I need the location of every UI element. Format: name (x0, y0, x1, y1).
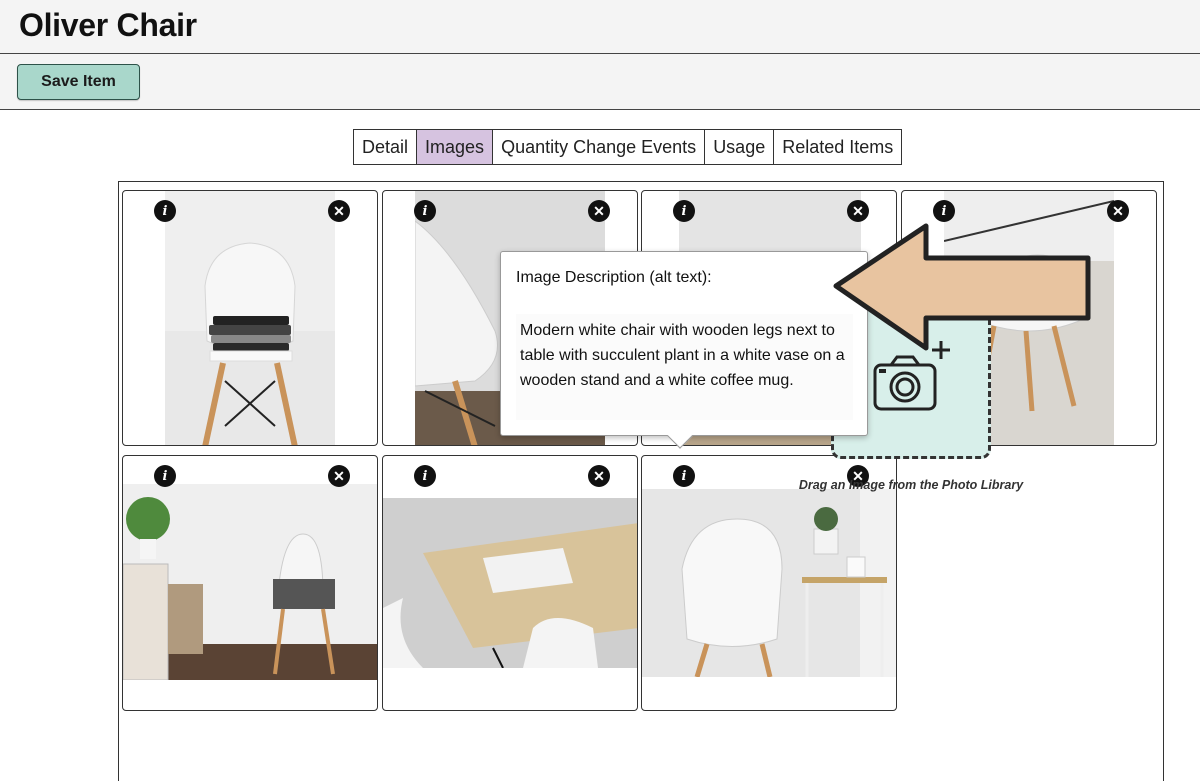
close-icon[interactable]: ✕ (328, 200, 350, 222)
title-bar: Oliver Chair (0, 0, 1200, 54)
info-icon[interactable]: i (154, 465, 176, 487)
toolbar: Save Item (0, 54, 1200, 110)
tab-usage[interactable]: Usage (704, 130, 774, 164)
image-card[interactable]: i ✕ (122, 455, 378, 711)
tab-detail[interactable]: Detail (354, 130, 417, 164)
alt-text-tooltip: Image Description (alt text): Modern whi… (500, 251, 868, 449)
tab-quantity-change-events[interactable]: Quantity Change Events (492, 130, 705, 164)
image-card[interactable]: i ✕ (641, 455, 897, 711)
chair-photo (123, 484, 377, 680)
tooltip-title: Image Description (alt text): (516, 269, 712, 286)
left-arrow-icon (833, 223, 1091, 351)
page-header: Oliver Chair Save Item (0, 0, 1200, 110)
close-icon[interactable]: ✕ (588, 200, 610, 222)
tab-images[interactable]: Images (416, 130, 493, 164)
chair-photo (642, 489, 896, 677)
info-icon[interactable]: i (673, 465, 695, 487)
tooltip-description: Modern white chair with wooden legs next… (516, 314, 853, 420)
info-icon[interactable]: i (414, 200, 436, 222)
save-item-button[interactable]: Save Item (17, 64, 140, 100)
info-icon[interactable]: i (154, 200, 176, 222)
info-icon[interactable]: i (414, 465, 436, 487)
page-title: Oliver Chair (19, 7, 197, 43)
close-icon[interactable]: ✕ (328, 465, 350, 487)
item-tabs: Detail Images Quantity Change Events Usa… (353, 129, 903, 165)
close-icon[interactable]: ✕ (1107, 200, 1129, 222)
image-card[interactable]: i ✕ (382, 455, 638, 711)
tab-related-items[interactable]: Related Items (773, 130, 902, 164)
close-icon[interactable]: ✕ (588, 465, 610, 487)
image-card[interactable]: i ✕ (122, 190, 378, 446)
chair-photo (383, 498, 637, 668)
info-icon[interactable]: i (673, 200, 695, 222)
chair-photo (165, 191, 335, 445)
drop-zone-label: Drag an Image from the Photo Library (798, 478, 1024, 492)
